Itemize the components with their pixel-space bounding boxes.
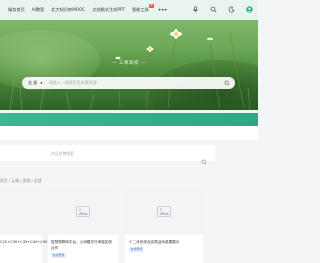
main-search-bar: 全 部 ▼ 请输入一键搜索您所需资源 bbox=[22, 77, 235, 89]
image-placeholder-icon bbox=[157, 206, 171, 217]
card-title: 智慧物联网平台，公司模式可承接如何合作 bbox=[51, 240, 113, 250]
resource-card[interactable]: C25+C30+C35+C40+C45+C50+C55全量算 bbox=[0, 188, 79, 263]
more-menu-button[interactable]: ••• bbox=[158, 7, 168, 14]
card-thumbnail bbox=[125, 188, 203, 235]
hero-title: — 三师高校 — bbox=[112, 61, 146, 66]
preview-tag: 在线预览 bbox=[129, 247, 145, 252]
search-icon[interactable] bbox=[210, 6, 217, 13]
chevron-down-icon[interactable]: ▼ bbox=[40, 81, 42, 85]
nav-item-tools-label: 智能工具 bbox=[132, 7, 149, 12]
nav-icon-group bbox=[192, 6, 253, 13]
nav-item-mooc[interactable]: 北大知识库MOOC bbox=[51, 7, 85, 13]
resource-search-input[interactable]: 作品名称搜索 bbox=[51, 151, 74, 157]
nav-item-ppt[interactable]: 文档格式生成PPT bbox=[92, 7, 125, 13]
section-tab-strip bbox=[0, 126, 258, 140]
microphone-icon[interactable] bbox=[192, 6, 199, 13]
nav-item-ai-lesson[interactable]: AI教案 bbox=[32, 7, 44, 13]
image-placeholder-icon bbox=[76, 206, 90, 217]
preview-tag: 在线预览 bbox=[51, 253, 67, 258]
card-thumbnail bbox=[48, 188, 118, 235]
resource-card[interactable]: 十二月份综合实践活动成果展示 在线预览 bbox=[125, 188, 203, 263]
hot-badge: 热 bbox=[149, 4, 154, 8]
theme-toggle-icon[interactable] bbox=[228, 6, 235, 13]
card-title: 十二月份综合实践活动成果展示 bbox=[129, 240, 180, 244]
resource-search-icon[interactable] bbox=[201, 150, 207, 165]
section-banner bbox=[0, 113, 258, 126]
card-title: C25+C30+C35+C40+C45+C50+C55全量算 bbox=[0, 240, 79, 244]
search-scope-select[interactable]: 全 部 bbox=[28, 80, 37, 86]
hero-banner: — 三师高校 — bbox=[0, 20, 258, 110]
breadcrumb[interactable]: 首页 / 云课 / 资源 / 全部 bbox=[0, 178, 41, 184]
resource-filter-bar: 作品名称搜索 bbox=[0, 145, 215, 165]
card-thumbnail bbox=[0, 188, 42, 235]
search-input[interactable]: 请输入一键搜索您所需资源 bbox=[49, 80, 97, 86]
resource-card[interactable]: 智慧物联网平台，公司模式可承接如何合作 在线预览 bbox=[48, 188, 118, 263]
nav-item-home[interactable]: 服务首页 bbox=[8, 7, 25, 13]
nav-item-tools[interactable]: 智能工具 热 bbox=[132, 4, 154, 13]
search-submit-icon[interactable] bbox=[224, 80, 230, 86]
top-nav: 服务首页 AI教案 北大知识库MOOC 文档格式生成PPT 智能工具 热 ••• bbox=[0, 0, 258, 20]
user-avatar[interactable] bbox=[246, 6, 253, 13]
